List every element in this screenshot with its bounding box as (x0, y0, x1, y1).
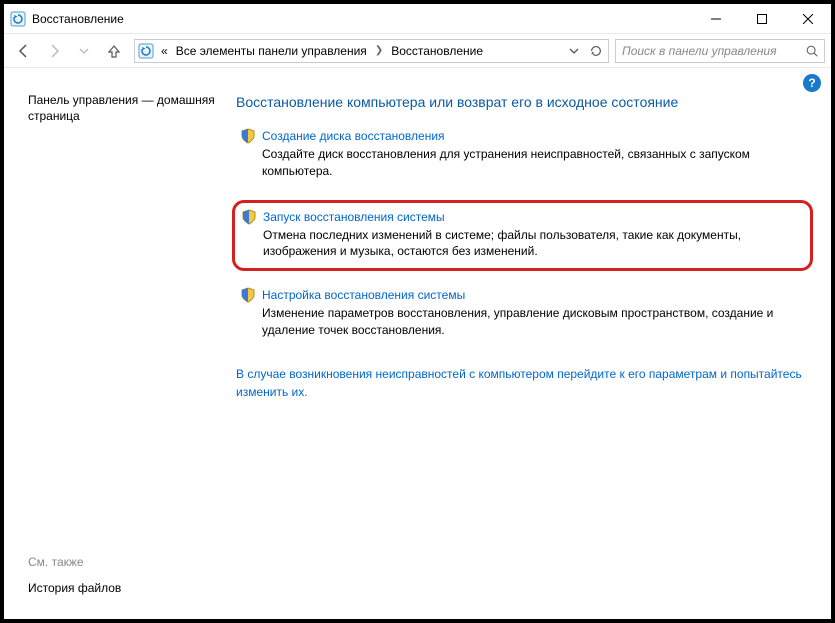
option-description: Создайте диск восстановления для устране… (262, 146, 801, 180)
up-button[interactable] (100, 37, 128, 65)
window-controls (693, 4, 831, 34)
option-description: Отмена последних изменений в системе; фа… (263, 227, 800, 261)
open-system-restore-link[interactable]: Запуск восстановления системы (263, 210, 445, 224)
see-also-label: См. также (28, 555, 84, 569)
shield-icon (241, 209, 257, 225)
search-icon[interactable] (804, 42, 820, 60)
recent-locations-button[interactable] (70, 37, 98, 65)
recovery-app-icon (137, 42, 155, 60)
main-panel: ? Восстановление компьютера или возврат … (224, 68, 831, 619)
help-icon[interactable]: ? (803, 74, 821, 92)
shield-icon (240, 128, 256, 144)
chevron-right-icon[interactable]: ❯ (373, 45, 385, 56)
recovery-option: Создание диска восстановления Создайте д… (236, 126, 809, 184)
maximize-button[interactable] (739, 4, 785, 34)
option-description: Изменение параметров восстановления, упр… (262, 305, 801, 339)
search-input[interactable] (620, 43, 804, 59)
breadcrumb-prefix[interactable]: « (159, 44, 170, 58)
window-title: Восстановление (32, 12, 124, 26)
search-box[interactable] (615, 39, 825, 63)
refresh-button[interactable] (586, 41, 606, 61)
back-button[interactable] (10, 37, 38, 65)
navbar: « Все элементы панели управления ❯ Восст… (4, 34, 831, 68)
file-history-link[interactable]: История файлов (28, 581, 121, 595)
page-title: Восстановление компьютера или возврат ег… (236, 94, 813, 110)
configure-system-restore-link[interactable]: Настройка восстановления системы (262, 288, 465, 302)
titlebar: Восстановление (4, 4, 831, 34)
recovery-option: Настройка восстановления системы Изменен… (236, 285, 809, 343)
address-bar[interactable]: « Все элементы панели управления ❯ Восст… (134, 39, 609, 63)
recovery-option-highlighted: Запуск восстановления системы Отмена пос… (232, 200, 813, 272)
minimize-button[interactable] (693, 4, 739, 34)
close-button[interactable] (785, 4, 831, 34)
sidebar: Панель управления — домашняя страница См… (4, 68, 224, 619)
shield-icon (240, 287, 256, 303)
create-recovery-drive-link[interactable]: Создание диска восстановления (262, 129, 445, 143)
breadcrumb-item[interactable]: Все элементы панели управления (174, 44, 369, 58)
address-dropdown-button[interactable] (564, 41, 584, 61)
content-area: Панель управления — домашняя страница См… (4, 68, 831, 619)
control-panel-home-link[interactable]: Панель управления — домашняя страница (28, 92, 216, 124)
breadcrumb-item[interactable]: Восстановление (389, 44, 485, 58)
pc-settings-link[interactable]: В случае возникновения неисправностей с … (236, 365, 809, 401)
recovery-app-icon (10, 11, 26, 27)
forward-button[interactable] (40, 37, 68, 65)
window: Восстановление (4, 4, 831, 619)
